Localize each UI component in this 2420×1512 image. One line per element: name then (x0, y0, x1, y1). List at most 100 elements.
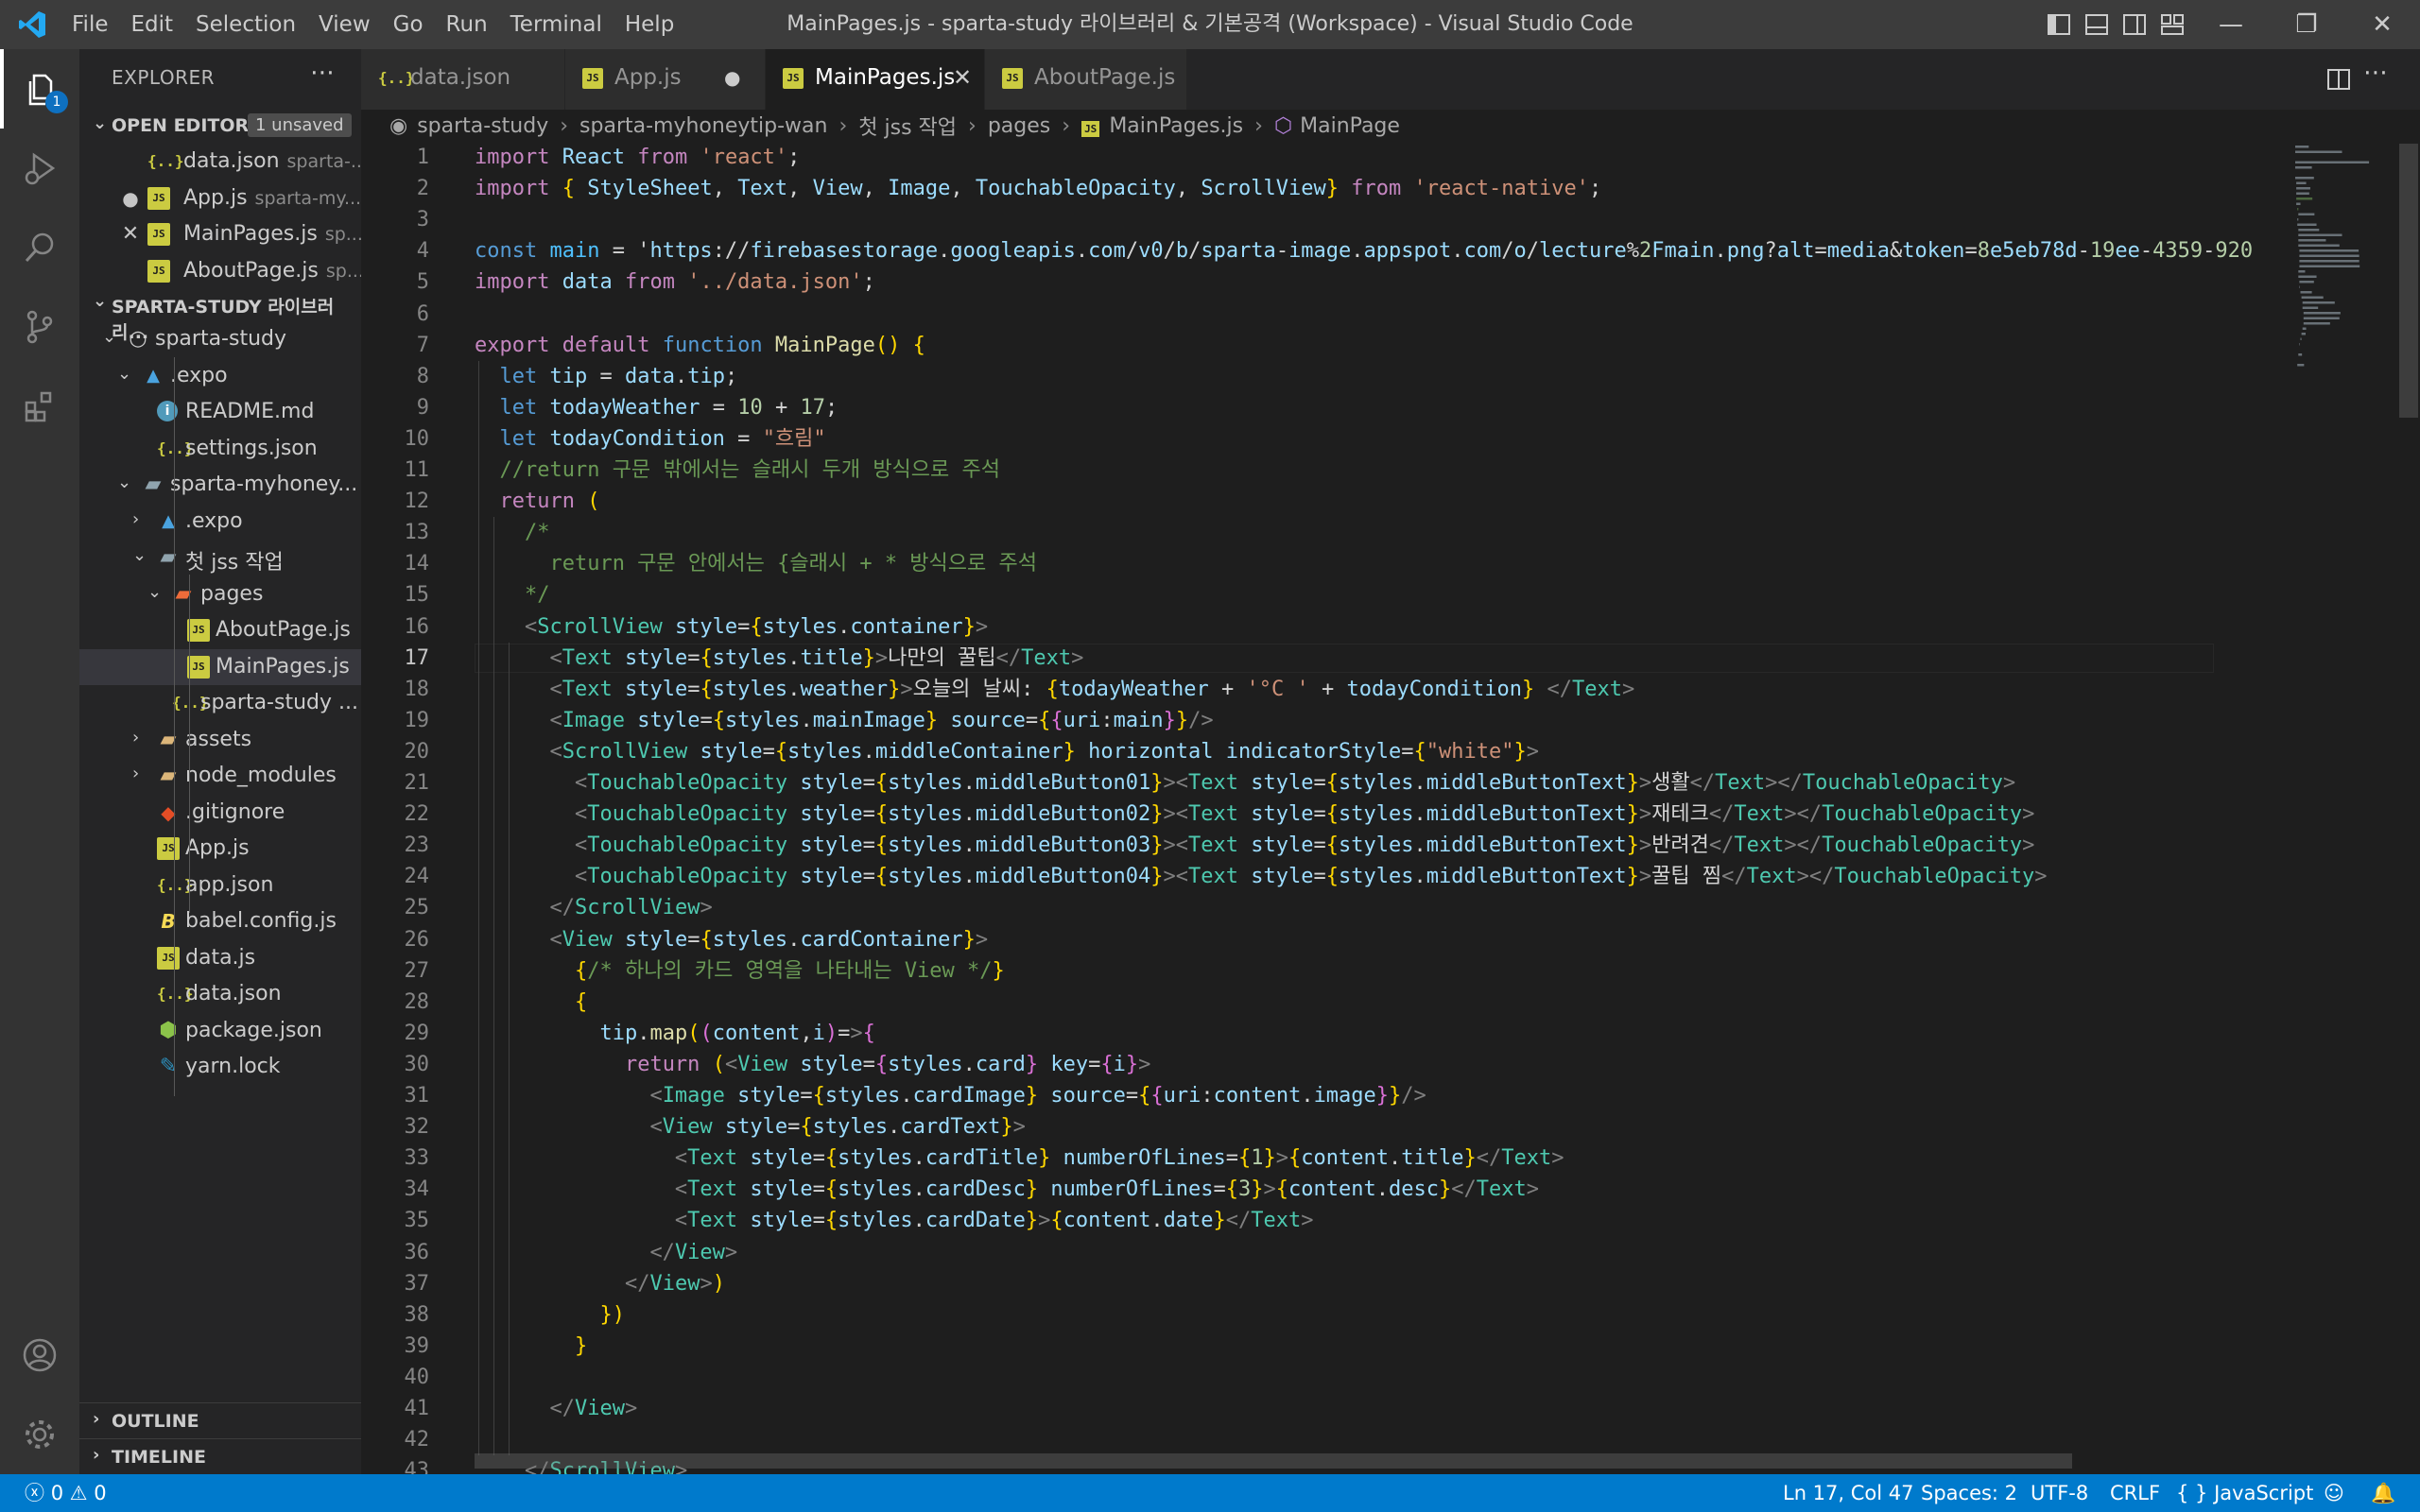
open-editor-item[interactable]: JS AboutPage.js sp... (79, 253, 361, 289)
toggle-panel-icon[interactable] (2083, 11, 2110, 38)
tree-item[interactable]: JS MainPages.js (79, 648, 361, 685)
code-line[interactable]: <TouchableOpacity style={styles.middleBu… (475, 861, 2048, 892)
breadcrumb-item[interactable]: ⬡ MainPage (1274, 114, 1400, 138)
accounts-button[interactable] (0, 1315, 79, 1395)
restore-button[interactable]: ❐ (2269, 0, 2344, 49)
code-line[interactable]: <Image style={styles.cardImage} source={… (475, 1080, 1426, 1111)
code-line[interactable]: <Text style={styles.cardTitle} numberOfL… (475, 1143, 1564, 1174)
code-line[interactable]: return 구문 안에서는 {슬래시 + * 방식으로 주석 (475, 548, 1037, 579)
tree-item[interactable]: {..} settings.json (79, 431, 361, 467)
split-editor-icon[interactable] (2325, 66, 2352, 93)
tree-item[interactable]: ⌄ ▰ 첫 jss 작업 (79, 540, 361, 576)
tree-item[interactable]: › ▲ .expo (79, 504, 361, 540)
code-line[interactable]: let todayCondition = "흐림" (475, 423, 826, 455)
tree-item[interactable]: JS data.js (79, 940, 361, 976)
encoding[interactable]: UTF-8 (2031, 1474, 2088, 1512)
run-debug-button[interactable] (0, 129, 79, 208)
code-line[interactable]: <Text style={styles.cardDesc} numberOfLi… (475, 1174, 1539, 1205)
more-actions-icon[interactable]: ⋯ (310, 59, 335, 87)
notifications-bell-icon[interactable]: 🔔 (2371, 1474, 2395, 1512)
menu-edit[interactable]: Edit (120, 0, 185, 49)
tab-data-json[interactable]: {..} data.json (361, 49, 565, 110)
breadcrumb-item[interactable]: 첫 jss 작업 (858, 111, 957, 141)
tab-mainpages-js[interactable]: JS MainPages.js ✕ (766, 49, 985, 110)
menu-terminal[interactable]: Terminal (499, 0, 614, 49)
code-line[interactable]: <TouchableOpacity style={styles.middleBu… (475, 830, 2034, 861)
tab-aboutpage-js[interactable]: JS AboutPage.js (985, 49, 1187, 110)
menu-go[interactable]: Go (382, 0, 435, 49)
code-line[interactable]: <TouchableOpacity style={styles.middleBu… (475, 767, 2015, 799)
code-line[interactable]: import data from '../data.json'; (475, 266, 875, 298)
tree-item[interactable]: {..} app.json (79, 868, 361, 903)
code-line[interactable]: } (475, 1331, 587, 1362)
open-editors-header[interactable]: ⌄ OPEN EDITORS 1 unsaved (79, 108, 361, 144)
unsaved-dot-icon[interactable]: ● (724, 66, 740, 89)
code-line[interactable]: <Image style={styles.mainImage} source={… (475, 705, 1213, 736)
breadcrumb-item[interactable]: ◉ sparta-study (389, 114, 548, 138)
close-icon[interactable]: ✕ (119, 223, 142, 246)
code-line[interactable]: let tip = data.tip; (475, 361, 738, 392)
tree-item[interactable]: JS App.js (79, 831, 361, 867)
customize-layout-icon[interactable] (2159, 11, 2186, 38)
problems-status[interactable]: ⓧ 0 ⚠ 0 (25, 1474, 107, 1512)
explorer-button[interactable]: 1 (0, 49, 79, 129)
code-line[interactable]: /* (475, 517, 550, 548)
code-line[interactable]: <ScrollView style={styles.middleContaine… (475, 736, 1538, 767)
extensions-button[interactable] (0, 367, 79, 446)
toggle-secondary-sidebar-icon[interactable] (2121, 11, 2148, 38)
tree-item[interactable]: Bbabel.config.js (79, 903, 361, 939)
code-line[interactable]: {/* 하나의 카드 영역을 나타내는 View */} (475, 955, 1005, 987)
feedback-icon[interactable]: ☺ (2324, 1474, 2344, 1512)
code-line[interactable]: { (475, 987, 587, 1018)
tree-item[interactable]: {..} sparta-study ... (79, 685, 361, 721)
tree-item[interactable]: ⌄ ▲ .expo (79, 358, 361, 394)
search-button[interactable] (0, 208, 79, 287)
breadcrumb-item[interactable]: sparta-myhoneytip-wan (579, 114, 827, 138)
toggle-primary-sidebar-icon[interactable] (2046, 11, 2072, 38)
code-line[interactable]: export default function MainPage() { (475, 330, 925, 361)
code-editor[interactable]: 1 import React from 'react'; 2 import { Sty… (361, 142, 2420, 1474)
code-line[interactable]: <View style={styles.cardContainer}> (475, 924, 988, 955)
language-mode[interactable]: { } JavaScript (2176, 1474, 2313, 1512)
code-line[interactable]: <ScrollView style={styles.container}> (475, 611, 988, 643)
line-ending[interactable]: CRLF (2110, 1474, 2160, 1512)
tab-app-js[interactable]: JS App.js ● (565, 49, 766, 110)
tree-item[interactable]: ⌄ ▰ sparta-myhoney... (79, 467, 361, 503)
code-line[interactable]: let todayWeather = 10 + 17; (475, 392, 838, 423)
tree-item[interactable]: {..} data.json (79, 976, 361, 1012)
menu-selection[interactable]: Selection (184, 0, 307, 49)
menu-run[interactable]: Run (435, 0, 499, 49)
tree-item[interactable]: i README.md (79, 394, 361, 430)
code-line[interactable]: </View>) (475, 1268, 725, 1299)
code-line[interactable]: <View style={styles.cardText}> (475, 1111, 1025, 1143)
tree-item[interactable]: ⬢ package.json (79, 1013, 361, 1049)
horizontal-scrollbar-thumb[interactable] (475, 1453, 2072, 1469)
open-editor-item[interactable]: {..} data.json sparta-... (79, 144, 361, 180)
code-line[interactable]: </ScrollView> (475, 892, 712, 923)
tree-item[interactable]: ◆ .gitignore (79, 795, 361, 831)
editor-more-actions-icon[interactable]: ⋯ (2363, 59, 2388, 87)
indentation[interactable]: Spaces: 2 (1921, 1474, 2017, 1512)
code-line[interactable]: const main = 'https://firebasestorage.go… (475, 235, 2253, 266)
tree-item[interactable]: ⌄ ▰ pages (79, 576, 361, 612)
menu-file[interactable]: File (60, 0, 120, 49)
code-line[interactable]: <Text style={styles.cardDate}>{content.d… (475, 1205, 1314, 1236)
code-line[interactable]: tip.map((content,i)=>{ (475, 1018, 874, 1049)
tree-item[interactable]: › ▰ assets (79, 722, 361, 758)
code-line[interactable]: import React from 'react'; (475, 142, 800, 173)
code-line[interactable]: */ (475, 579, 550, 610)
close-tab-icon[interactable]: ✕ (953, 64, 972, 91)
breadcrumb-item[interactable]: JS MainPages.js (1081, 114, 1243, 138)
code-line[interactable]: //return 구문 밖에서는 슬래시 두개 방식으로 주석 (475, 455, 1000, 486)
code-line[interactable]: </View> (475, 1237, 737, 1268)
cursor-position[interactable]: Ln 17, Col 47 (1783, 1474, 1914, 1512)
code-line[interactable]: }) (475, 1299, 625, 1331)
workspace-header[interactable]: ⌄ SPARTA-STUDY 라이브러리... (79, 285, 361, 343)
code-line[interactable]: return (<View style={styles.card} key={i… (475, 1049, 1150, 1080)
manage-button[interactable] (0, 1395, 79, 1474)
open-editor-item[interactable]: ● JS App.js sparta-my... (79, 180, 361, 216)
tree-item[interactable]: › ▰ node_modules (79, 758, 361, 794)
code-line[interactable]: return ( (475, 486, 600, 517)
tree-item[interactable]: ⌄ ○ sparta-study (79, 321, 361, 357)
source-control-button[interactable] (0, 287, 79, 367)
